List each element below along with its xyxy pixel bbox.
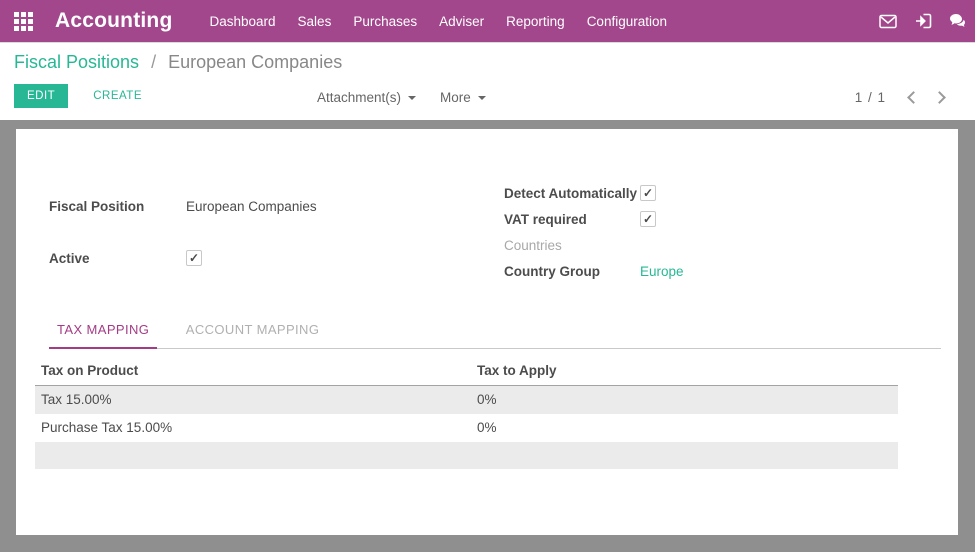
tab-tax-mapping[interactable]: TAX MAPPING bbox=[49, 316, 157, 349]
app-title: Accounting bbox=[55, 9, 173, 33]
countries-label: Countries bbox=[504, 232, 640, 258]
field-countries: Countries bbox=[504, 232, 684, 258]
column-header-tax-to-apply[interactable]: Tax to Apply bbox=[471, 358, 898, 386]
detect-automatically-checkbox[interactable]: ✓ bbox=[640, 185, 656, 201]
field-detect-automatically: Detect Automatically ✓ bbox=[504, 180, 684, 206]
column-header-tax-on-product[interactable]: Tax on Product bbox=[35, 358, 471, 386]
pager-next-icon[interactable] bbox=[933, 91, 946, 104]
apps-menu-button[interactable] bbox=[0, 12, 43, 31]
pager-value: 1 / 1 bbox=[855, 90, 886, 105]
navbar-right-icons bbox=[879, 12, 975, 30]
tax-mapping-table: Tax on Product Tax to Apply Tax 15.00% 0… bbox=[35, 358, 898, 469]
country-group-link[interactable]: Europe bbox=[640, 264, 684, 279]
fiscal-position-value: European Companies bbox=[186, 180, 504, 232]
breadcrumb-fiscal-positions[interactable]: Fiscal Positions bbox=[14, 52, 139, 72]
top-navbar: Accounting Dashboard Sales Purchases Adv… bbox=[0, 0, 975, 43]
field-group-right: Detect Automatically ✓ VAT required ✓ Co… bbox=[504, 180, 684, 284]
field-active: Active ✓ bbox=[49, 232, 504, 284]
country-group-label: Country Group bbox=[504, 258, 640, 284]
attachments-dropdown-label: Attachment(s) bbox=[317, 90, 401, 105]
active-checkbox[interactable]: ✓ bbox=[186, 250, 202, 266]
menu-purchases[interactable]: Purchases bbox=[342, 0, 428, 43]
breadcrumb-separator: / bbox=[151, 52, 156, 72]
countries-value bbox=[640, 232, 684, 258]
menu-reporting[interactable]: Reporting bbox=[495, 0, 576, 43]
cell-tax-to-apply: 0% bbox=[471, 414, 898, 442]
create-button[interactable]: CREATE bbox=[80, 84, 155, 108]
table-row[interactable]: Purchase Tax 15.00% 0% bbox=[35, 414, 898, 442]
toolbar-dropdowns: Attachment(s) More bbox=[317, 84, 486, 110]
tab-account-mapping[interactable]: ACCOUNT MAPPING bbox=[178, 316, 328, 347]
field-group-left: Fiscal Position European Companies Activ… bbox=[49, 180, 504, 284]
field-country-group: Country Group Europe bbox=[504, 258, 684, 284]
cell-tax-on-product: Tax 15.00% bbox=[35, 386, 471, 414]
breadcrumb-current-record: European Companies bbox=[168, 52, 342, 72]
apps-grid-icon bbox=[14, 12, 33, 31]
chevron-down-icon bbox=[408, 96, 416, 100]
cell-tax-on-product: Purchase Tax 15.00% bbox=[35, 414, 471, 442]
menu-adviser[interactable]: Adviser bbox=[428, 0, 495, 43]
active-label: Active bbox=[49, 232, 186, 284]
notebook-tabs: TAX MAPPING ACCOUNT MAPPING bbox=[49, 316, 941, 349]
cell-tax-to-apply: 0% bbox=[471, 386, 898, 414]
field-fiscal-position: Fiscal Position European Companies bbox=[49, 180, 504, 232]
vat-required-checkbox[interactable]: ✓ bbox=[640, 211, 656, 227]
record-pager: 1 / 1 bbox=[855, 84, 948, 110]
more-dropdown[interactable]: More bbox=[440, 90, 486, 105]
form-sheet: Fiscal Position European Companies Activ… bbox=[16, 129, 958, 535]
chat-icon[interactable] bbox=[949, 12, 967, 30]
table-empty-row[interactable] bbox=[35, 442, 898, 469]
table-row[interactable]: Tax 15.00% 0% bbox=[35, 386, 898, 414]
table-header-row: Tax on Product Tax to Apply bbox=[35, 358, 898, 386]
edit-button[interactable]: EDIT bbox=[14, 84, 68, 108]
fiscal-position-label: Fiscal Position bbox=[49, 180, 186, 232]
detect-automatically-label: Detect Automatically bbox=[504, 180, 640, 206]
vat-required-label: VAT required bbox=[504, 206, 640, 232]
menu-sales[interactable]: Sales bbox=[287, 0, 343, 43]
top-menu: Dashboard Sales Purchases Adviser Report… bbox=[199, 0, 679, 43]
attachments-dropdown[interactable]: Attachment(s) bbox=[317, 90, 416, 105]
chevron-down-icon bbox=[478, 96, 486, 100]
field-area: Fiscal Position European Companies Activ… bbox=[49, 180, 941, 284]
more-dropdown-label: More bbox=[440, 90, 471, 105]
action-buttons: EDIT CREATE bbox=[14, 84, 155, 108]
field-vat-required: VAT required ✓ bbox=[504, 206, 684, 232]
menu-configuration[interactable]: Configuration bbox=[576, 0, 678, 43]
sign-in-icon[interactable] bbox=[914, 12, 932, 30]
menu-dashboard[interactable]: Dashboard bbox=[199, 0, 287, 43]
breadcrumb: Fiscal Positions / European Companies bbox=[14, 52, 342, 73]
messages-icon[interactable] bbox=[879, 12, 897, 30]
control-panel: Fiscal Positions / European Companies ED… bbox=[0, 43, 975, 120]
content-area: Fiscal Position European Companies Activ… bbox=[0, 120, 975, 551]
odoo-app: { "navbar": { "app_title": "Accounting",… bbox=[0, 0, 975, 552]
pager-previous-icon[interactable] bbox=[907, 91, 920, 104]
